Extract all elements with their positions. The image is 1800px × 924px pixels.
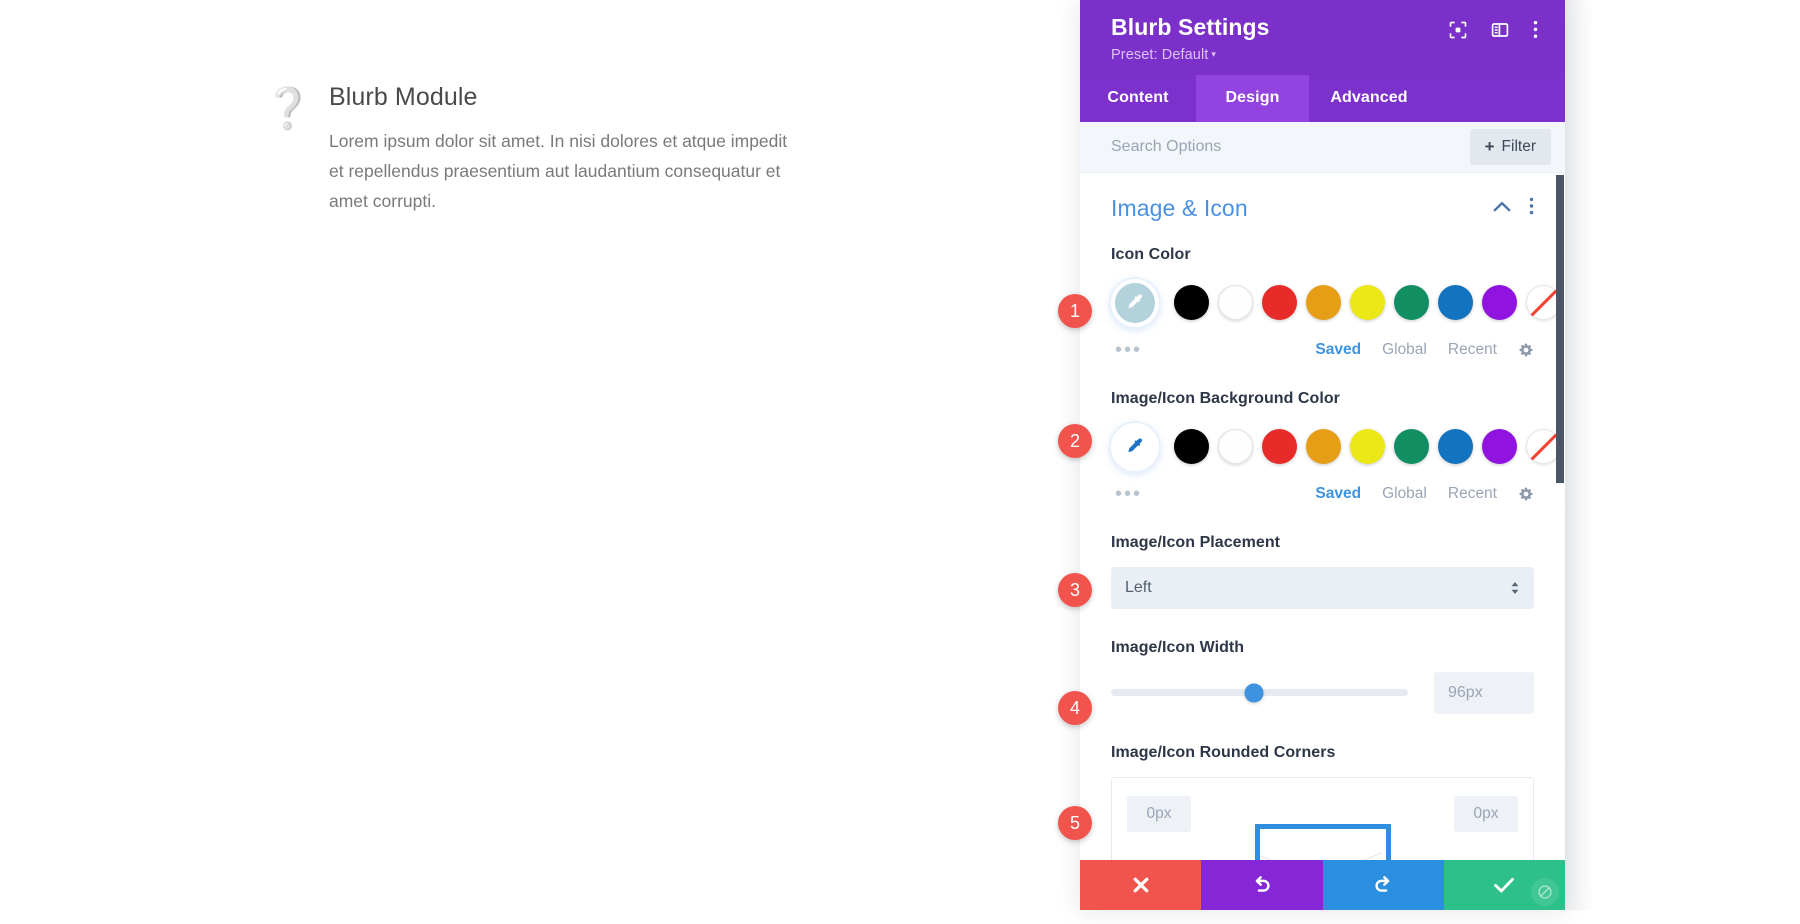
page-title: Blurb Settings: [1111, 14, 1270, 40]
icon-color-tab-saved[interactable]: Saved: [1315, 341, 1361, 359]
swatch-purple[interactable]: [1482, 429, 1517, 465]
icon-color-tab-recent[interactable]: Recent: [1448, 341, 1497, 359]
callout-badge-1: 1: [1058, 294, 1092, 328]
icon-color-swatch-row: [1111, 278, 1561, 327]
panel-action-bar: [1080, 860, 1565, 910]
image-icon-background-color-label: Image/Icon Background Color: [1111, 389, 1340, 407]
corner-top-left-input[interactable]: 0px: [1127, 795, 1191, 832]
background-color-eyedropper-icon[interactable]: [1111, 422, 1159, 471]
settings-panel: Blurb Settings Preset: Default ▾ Content…: [1080, 0, 1565, 910]
field-image-icon-placement: Image/Icon Placement Left: [1111, 534, 1534, 609]
image-icon-rounded-corners-label: Image/Icon Rounded Corners: [1111, 743, 1336, 761]
undo-button[interactable]: [1201, 860, 1323, 910]
tab-advanced[interactable]: Advanced: [1309, 75, 1429, 122]
panel-tabs: Content Design Advanced: [1080, 74, 1565, 122]
background-color-meta-row: ••• Saved Global Recent: [1111, 484, 1534, 504]
swatch-blue[interactable]: [1438, 429, 1473, 465]
panel-scrollbar-thumb[interactable]: [1556, 174, 1564, 483]
rounded-corners-widget: 0px 0px: [1111, 776, 1534, 873]
save-button[interactable]: [1443, 860, 1565, 910]
panel-body: Image & Icon Icon Color ••• Saved Global…: [1080, 172, 1565, 910]
swatch-black[interactable]: [1174, 429, 1209, 465]
tab-content[interactable]: Content: [1080, 75, 1196, 122]
image-icon-placement-value: Left: [1125, 578, 1152, 596]
blurb-title: Blurb Module: [329, 83, 478, 111]
blurb-description: Lorem ipsum dolor sit amet. In nisi dolo…: [329, 131, 788, 212]
swatch-red[interactable]: [1262, 429, 1297, 465]
callout-badge-3: 3: [1058, 573, 1092, 607]
preset-label: Preset: Default: [1111, 46, 1209, 63]
swatch-white[interactable]: [1218, 285, 1253, 321]
image-icon-background-color-swatch-row: [1111, 422, 1561, 471]
background-color-tab-saved[interactable]: Saved: [1315, 485, 1361, 503]
background-color-tab-recent[interactable]: Recent: [1448, 485, 1497, 503]
icon-color-eyedropper-icon[interactable]: [1111, 278, 1159, 327]
image-icon-placement-select[interactable]: Left: [1111, 566, 1534, 609]
section-image-and-icon: Image & Icon Icon Color ••• Saved Global…: [1080, 173, 1565, 873]
panel-layout-icon[interactable]: [1491, 21, 1509, 39]
disabled-indicator-icon: [1531, 878, 1559, 906]
swatch-orange[interactable]: [1306, 285, 1341, 321]
swatch-green[interactable]: [1394, 285, 1429, 321]
section-title: Image & Icon: [1111, 194, 1248, 221]
swatch-orange[interactable]: [1306, 429, 1341, 465]
background-color-more-dots[interactable]: •••: [1115, 484, 1142, 504]
swatch-purple[interactable]: [1482, 285, 1517, 321]
callout-badge-2: 2: [1058, 424, 1092, 458]
image-icon-width-slider-thumb[interactable]: [1244, 683, 1264, 703]
chevron-down-icon: ▾: [1211, 49, 1217, 60]
callout-badge-5: 5: [1058, 806, 1092, 840]
icon-color-label: Icon Color: [1111, 245, 1191, 263]
background-color-gear-icon[interactable]: [1518, 486, 1534, 502]
icon-color-tab-global[interactable]: Global: [1382, 341, 1427, 359]
field-icon-color: Icon Color ••• Saved Global Recent: [1111, 245, 1561, 360]
search-row: + Filter: [1080, 121, 1565, 173]
swatch-yellow[interactable]: [1350, 429, 1385, 465]
filter-button[interactable]: + Filter: [1469, 128, 1551, 165]
blurb-body: Blurb Module Lorem ipsum dolor sit amet.…: [329, 82, 795, 216]
page-canvas: ❔ Blurb Module Lorem ipsum dolor sit ame…: [0, 0, 1080, 924]
image-icon-width-slider[interactable]: [1111, 683, 1408, 703]
close-button[interactable]: [1080, 860, 1202, 910]
corner-top-right-input[interactable]: 0px: [1454, 795, 1518, 832]
tab-design[interactable]: Design: [1196, 74, 1309, 122]
redo-button[interactable]: [1322, 860, 1444, 910]
plus-icon: +: [1484, 137, 1495, 157]
callout-badge-4: 4: [1058, 691, 1092, 725]
icon-color-gear-icon[interactable]: [1518, 342, 1534, 358]
screenshot-root: ❔ Blurb Module Lorem ipsum dolor sit ame…: [0, 0, 1800, 924]
field-image-icon-width: Image/Icon Width 96px: [1111, 639, 1534, 714]
more-vertical-icon[interactable]: [1533, 20, 1538, 39]
swatch-green[interactable]: [1394, 429, 1429, 465]
swatch-white[interactable]: [1218, 429, 1253, 465]
chevron-up-icon[interactable]: [1493, 199, 1511, 217]
preset-selector[interactable]: Preset: Default ▾: [1111, 47, 1270, 63]
question-mark-circle-icon: ❔: [263, 86, 313, 132]
panel-header: Blurb Settings Preset: Default ▾: [1080, 0, 1565, 75]
icon-color-meta-row: ••• Saved Global Recent: [1111, 340, 1534, 360]
icon-color-more-dots[interactable]: •••: [1115, 340, 1142, 360]
swatch-black[interactable]: [1174, 285, 1209, 321]
field-image-icon-background-color: Image/Icon Background Color ••• Saved Gl…: [1111, 389, 1561, 504]
image-icon-placement-label: Image/Icon Placement: [1111, 533, 1281, 551]
filter-button-label: Filter: [1501, 137, 1536, 155]
image-icon-width-label: Image/Icon Width: [1111, 638, 1245, 656]
background-color-tab-global[interactable]: Global: [1382, 485, 1427, 503]
section-more-vertical-icon[interactable]: [1529, 197, 1534, 220]
panel-scrollbar[interactable]: [1556, 173, 1565, 910]
panel-edge-shadow: [1565, 0, 1595, 910]
image-icon-width-value[interactable]: 96px: [1434, 671, 1534, 714]
focus-target-icon[interactable]: [1449, 21, 1467, 39]
swatch-yellow[interactable]: [1350, 285, 1385, 321]
search-input[interactable]: [1111, 129, 1460, 164]
swatch-blue[interactable]: [1438, 285, 1473, 321]
blurb-module[interactable]: ❔ Blurb Module Lorem ipsum dolor sit ame…: [263, 82, 795, 216]
swatch-red[interactable]: [1262, 285, 1297, 321]
field-image-icon-rounded-corners: Image/Icon Rounded Corners 0px 0px: [1111, 744, 1534, 873]
